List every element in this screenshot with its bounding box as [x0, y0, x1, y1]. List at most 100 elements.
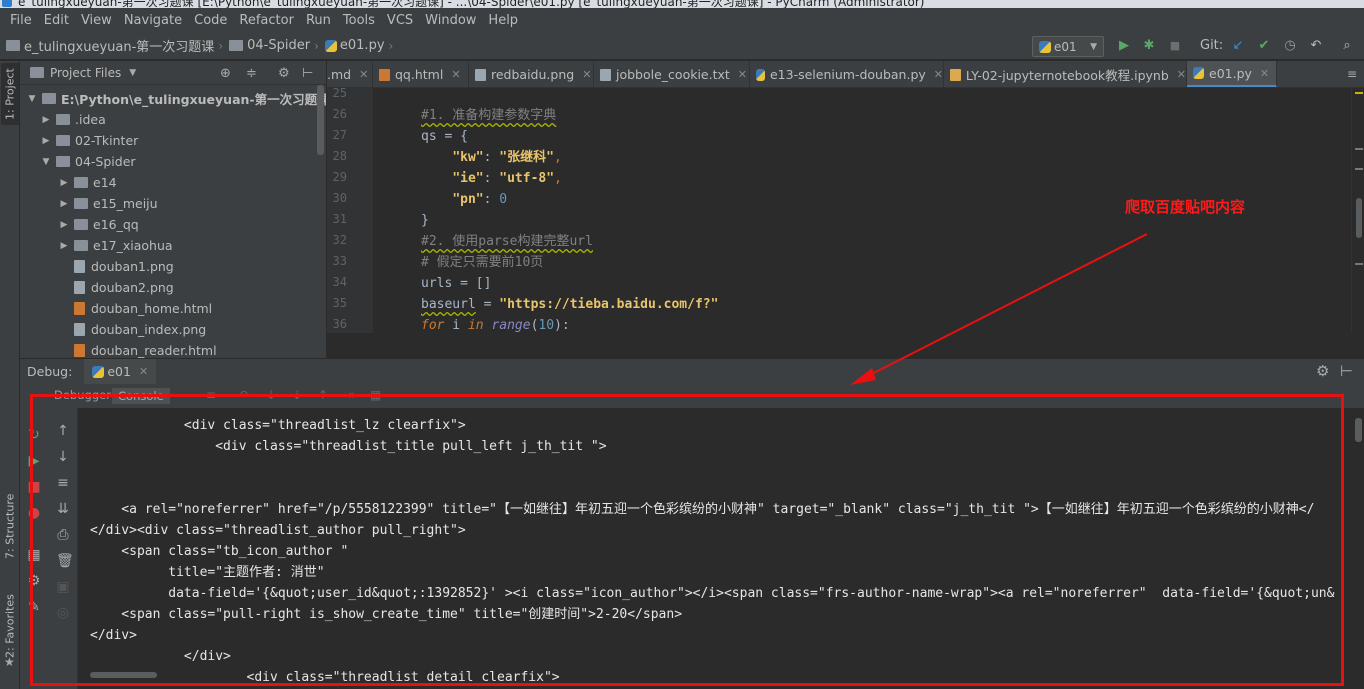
menu-window[interactable]: Window: [419, 13, 482, 28]
menu-refactor[interactable]: Refactor: [233, 13, 300, 28]
menu-icon[interactable]: ≡: [206, 388, 216, 402]
run-configuration-select[interactable]: e01 ▼: [1032, 36, 1104, 57]
stop-icon[interactable]: ■: [27, 480, 41, 494]
step-over-icon[interactable]: ↷: [240, 388, 250, 402]
editor-tab-qq-html[interactable]: qq.html ✕: [373, 61, 469, 87]
scroll-to-end-icon[interactable]: ⇊: [56, 502, 70, 516]
tree-item-e14[interactable]: ▶ e14: [58, 172, 117, 193]
git-commit-icon[interactable]: ✔: [1257, 39, 1271, 53]
tree-item-douban2-png[interactable]: douban2.png: [68, 277, 174, 298]
tree-root[interactable]: ▼ E:\Python\e_tulingxueyuan-第一次习题课: [26, 88, 326, 109]
menu-edit[interactable]: Edit: [38, 13, 75, 28]
git-history-icon[interactable]: ◷: [1283, 39, 1297, 53]
editor-tab-e13-selenium-douban[interactable]: e13-selenium-douban.py ✕: [750, 61, 944, 87]
close-icon[interactable]: ✕: [1260, 67, 1269, 80]
run-icon[interactable]: ▶: [1117, 39, 1131, 53]
close-icon[interactable]: ✕: [451, 68, 460, 81]
breakpoints-icon[interactable]: ●: [27, 506, 41, 520]
soft-wrap-icon[interactable]: ≡: [56, 476, 70, 490]
editor-tab-redbaidu-png[interactable]: redbaidu.png ✕: [469, 61, 594, 87]
variables-icon[interactable]: ◎: [56, 606, 70, 620]
scroll-down-icon[interactable]: ↓: [56, 450, 70, 464]
step-out-icon[interactable]: ↑: [318, 388, 328, 402]
debug-bug-icon[interactable]: ✱: [1142, 39, 1156, 53]
menu-run[interactable]: Run: [300, 13, 337, 28]
git-rollback-icon[interactable]: ↶: [1309, 39, 1323, 53]
editor-tab-md[interactable]: .md ✕: [327, 61, 373, 87]
console-input-icon[interactable]: ▣: [56, 580, 70, 594]
editor-scrollbar[interactable]: [1351, 88, 1364, 333]
tool-tab-structure[interactable]: 7: Structure: [1, 486, 19, 566]
settings-icon[interactable]: ⚙: [27, 574, 41, 588]
tab-debugger[interactable]: Debugger: [54, 388, 111, 402]
scroll-marker[interactable]: [1355, 168, 1363, 170]
tree-item-e15-meiju[interactable]: ▶ e15_meiju: [58, 193, 158, 214]
tree-item-douban-reader-html[interactable]: douban_reader.html: [68, 340, 217, 358]
tree-item-02-tkinter[interactable]: ▶ 02-Tkinter: [40, 130, 139, 151]
layout-icon[interactable]: ▦: [27, 548, 41, 562]
menu-tools[interactable]: Tools: [337, 13, 381, 28]
tree-item-idea[interactable]: ▶ .idea: [40, 109, 106, 130]
tool-tab-project[interactable]: 1: Project: [1, 63, 19, 125]
search-everywhere-icon[interactable]: ⌕: [1340, 39, 1354, 53]
stop-icon[interactable]: ■: [1168, 39, 1182, 53]
hide-panel-icon[interactable]: ⊢: [302, 66, 313, 81]
scroll-marker[interactable]: [1355, 148, 1363, 150]
tree-item-04-spider[interactable]: ▼ 04-Spider: [40, 151, 136, 172]
evaluate-expression-icon[interactable]: ▦: [370, 388, 381, 402]
pin-icon[interactable]: ✎: [27, 600, 41, 614]
gear-icon[interactable]: ⚙: [278, 66, 290, 81]
console-scroll-thumb[interactable]: [1355, 418, 1362, 442]
scroll-up-icon[interactable]: ↑: [56, 424, 70, 438]
rerun-icon[interactable]: ↻: [27, 428, 41, 442]
error-stripe-marker[interactable]: [1355, 92, 1363, 94]
editor-tab-jobbole-cookie[interactable]: jobbole_cookie.txt ✕: [594, 61, 750, 87]
resume-icon[interactable]: ▶: [27, 454, 41, 468]
breadcrumb-file[interactable]: e01.py: [340, 38, 385, 53]
tree-item-douban1-png[interactable]: douban1.png: [68, 256, 174, 277]
console-output[interactable]: <div class="threadlist_lz clearfix"> <di…: [78, 408, 1353, 689]
tree-item-douban-index-png[interactable]: douban_index.png: [68, 319, 206, 340]
menu-view[interactable]: View: [75, 13, 118, 28]
scroll-thumb[interactable]: [1356, 198, 1362, 238]
git-update-icon[interactable]: ↙: [1231, 39, 1245, 53]
close-icon[interactable]: ✕: [934, 68, 943, 81]
close-icon[interactable]: ✕: [738, 68, 747, 81]
menu-vcs[interactable]: VCS: [381, 13, 419, 28]
project-scrollbar[interactable]: [317, 85, 324, 155]
editor-tab-e01-py[interactable]: e01.py ✕: [1187, 61, 1277, 87]
menu-help[interactable]: Help: [482, 13, 524, 28]
code-text: i: [444, 318, 468, 333]
tool-tab-favorites[interactable]: 2: Favorites: [1, 586, 19, 666]
tree-item-e16-qq[interactable]: ▶ e16_qq: [58, 214, 139, 235]
tab-console[interactable]: Console: [112, 388, 170, 404]
close-icon[interactable]: ✕: [359, 68, 368, 81]
gear-icon[interactable]: ⚙: [1316, 362, 1329, 380]
breadcrumb-project[interactable]: e_tulingxueyuan-第一次习题课: [24, 36, 214, 55]
print-icon[interactable]: ⎙: [56, 528, 70, 542]
scroll-marker[interactable]: [1355, 263, 1363, 265]
close-icon[interactable]: ✕: [139, 365, 148, 378]
project-panel-title[interactable]: Project Files: [50, 66, 121, 80]
tree-item-e17-xiaohua[interactable]: ▶ e17_xiaohua: [58, 235, 173, 256]
close-icon[interactable]: ✕: [582, 68, 591, 81]
console-scrollbar[interactable]: [1353, 408, 1364, 689]
hide-panel-icon[interactable]: ⊢: [1340, 362, 1353, 380]
editor-tab-jupyternotebook[interactable]: LY-02-jupyternotebook教程.ipynb ✕: [944, 61, 1187, 87]
trash-icon[interactable]: 🗑: [56, 554, 74, 568]
console-horizontal-scroll-thumb[interactable]: [90, 672, 157, 678]
chevron-down-icon[interactable]: ▼: [129, 68, 136, 78]
tree-item-douban-home-html[interactable]: douban_home.html: [68, 298, 212, 319]
tab-list-icon[interactable]: ≡: [1347, 67, 1357, 81]
locate-icon[interactable]: ⊕: [220, 66, 231, 81]
step-into-my-code-icon[interactable]: ⇣: [292, 388, 302, 402]
run-to-cursor-icon[interactable]: ⇥: [344, 388, 354, 402]
menu-code[interactable]: Code: [188, 13, 233, 28]
breadcrumb-folder[interactable]: 04-Spider: [247, 38, 310, 53]
collapse-all-icon[interactable]: ≑: [246, 66, 257, 81]
step-into-icon[interactable]: ↓: [266, 388, 276, 402]
debug-session-tab[interactable]: e01 ✕: [84, 358, 157, 385]
menu-file[interactable]: File: [4, 13, 38, 28]
close-icon[interactable]: ✕: [1177, 68, 1186, 81]
menu-navigate[interactable]: Navigate: [118, 13, 188, 28]
